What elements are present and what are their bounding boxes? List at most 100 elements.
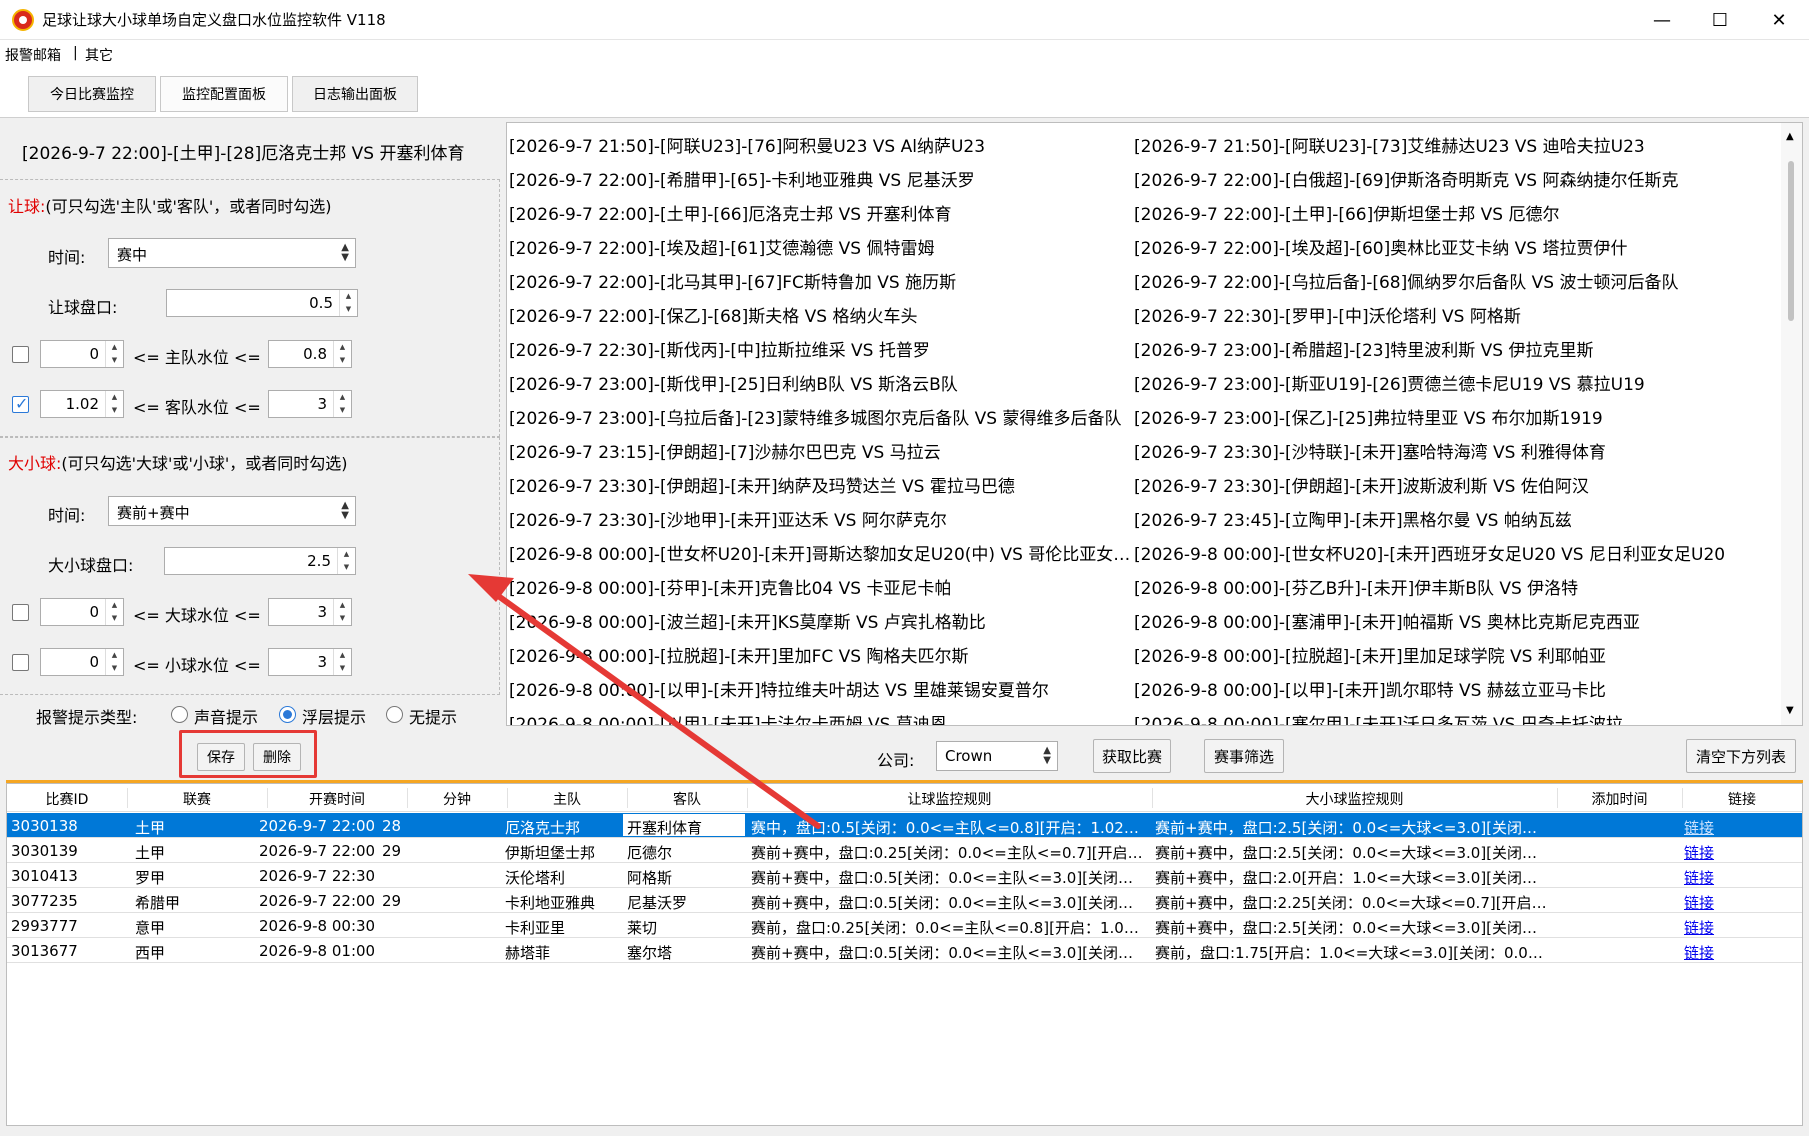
list-item-left[interactable]: [2026-9-8 00:00]-[以甲]-[未开]特拉维夫叶胡达 VS 里雄莱… (509, 676, 1133, 701)
table-row[interactable]: 2993777 意甲 2026-9-8 00:30 卡利亚里 莱切 赛前，盘口:0.25[… (7, 913, 1802, 938)
grid-header-cell[interactable]: 分钟 (407, 789, 507, 809)
list-item-left[interactable]: [2026-9-7 23:30]-[沙地甲]-[未开]亚达禾 VS 阿尔萨克尔 (509, 506, 1133, 531)
alert-none-label[interactable]: 无提示 (409, 704, 457, 728)
table-cell[interactable]: 厄德尔 (627, 842, 742, 863)
home-odds-checkbox[interactable] (12, 346, 29, 363)
fetch-matches-button[interactable]: 获取比赛 (1093, 739, 1171, 773)
filter-matches-button[interactable]: 赛事筛选 (1204, 739, 1284, 773)
table-cell[interactable]: 开塞利体育 (623, 814, 745, 836)
maximize-button[interactable]: ☐ (1691, 0, 1749, 40)
table-cell[interactable]: 塞尔塔 (627, 942, 742, 963)
over-odds-max-stepper[interactable]: 3 ▲ ▼ (268, 598, 352, 626)
row-link[interactable]: 链接 (1684, 892, 1774, 913)
table-cell[interactable]: 赛前+赛中，盘口:2.5[关闭：0.0<=大球<=3.0][关闭：0.0<=小球… (1155, 842, 1550, 863)
table-cell[interactable]: 赛前，盘口:1.75[开启：1.0<=大球<=3.0][关闭：0.0<=小球<=… (1155, 942, 1550, 963)
table-cell[interactable]: 3030139 (11, 842, 111, 860)
table-cell[interactable]: 沃伦塔利 (505, 867, 620, 888)
tab-log-panel[interactable]: 日志输出面板 (292, 76, 418, 112)
stepper-arrows-icon[interactable]: ▲ ▼ (339, 290, 357, 316)
table-cell[interactable]: 厄洛克士邦 (505, 817, 620, 838)
stepper-arrows-icon[interactable]: ▲ ▼ (105, 649, 123, 675)
list-item[interactable]: [2026-9-8 00:00]-[波兰超]-[未开]KS莫摩斯 VS 卢宾扎格… (507, 601, 1782, 635)
list-item-right[interactable]: [2026-9-7 23:00]-[希腊超]-[23]特里波利斯 VS 伊拉克里… (1134, 336, 1774, 361)
totals-time-select[interactable]: 赛前+赛中 ▲ ▼ (108, 496, 356, 526)
delete-button[interactable]: 删除 (253, 743, 301, 771)
grid-header-cell[interactable]: 联赛 (127, 789, 267, 809)
table-cell[interactable]: 赛前+赛中，盘口:2.5[关闭：0.0<=大球<=3.0][关闭：0.0<=小球… (1155, 817, 1550, 838)
list-item-right[interactable]: [2026-9-7 23:45]-[立陶甲]-[未开]黑格尔曼 VS 帕纳瓦兹 (1134, 506, 1774, 531)
table-row[interactable]: 3010413 罗甲 2026-9-7 22:30 沃伦塔利 阿格斯 赛前+赛中，盘口:0… (7, 863, 1802, 888)
list-item[interactable]: [2026-9-7 22:00]-[土甲]-[66]厄洛克士邦 VS 开塞利体育… (507, 193, 1782, 227)
stepper-arrows-icon[interactable]: ▲ ▼ (105, 391, 123, 417)
stepper-arrows-icon[interactable]: ▲ ▼ (105, 341, 123, 367)
table-row[interactable]: 3030139 土甲 2026-9-7 22:00 29 伊斯坦堡士邦 厄德尔 赛前+赛中，… (7, 838, 1802, 863)
menu-other[interactable]: 其它 (85, 45, 113, 65)
row-link[interactable]: 链接 (1684, 842, 1774, 863)
list-item-right[interactable]: [2026-9-7 21:50]-[阿联U23]-[73]艾维赫达U23 VS … (1134, 132, 1774, 157)
table-cell[interactable]: 赛前，盘口:0.25[关闭：0.0<=主队<=0.8][开启：1.0<=客队<=… (751, 917, 1146, 938)
list-item[interactable]: [2026-9-8 00:00]-[世女杯U20]-[未开]哥斯达黎加女足U20… (507, 533, 1782, 567)
handicap-line-stepper[interactable]: 0.5 ▲ ▼ (166, 289, 358, 317)
list-item[interactable]: [2026-9-7 22:00]-[希腊甲]-[65]-卡利地亚雅典 VS 尼基… (507, 159, 1782, 193)
list-item[interactable]: [2026-9-7 22:00]-[埃及超]-[61]艾德瀚德 VS 佩特雷姆[… (507, 227, 1782, 261)
under-odds-max-stepper[interactable]: 3 ▲ ▼ (268, 648, 352, 676)
row-link[interactable]: 链接 (1684, 817, 1774, 838)
table-cell[interactable]: 莱切 (627, 917, 742, 938)
away-odds-checkbox[interactable] (12, 394, 29, 413)
table-cell[interactable]: 罗甲 (135, 867, 245, 888)
list-item[interactable]: [2026-9-7 23:30]-[伊朗超]-[未开]纳萨及玛赞达兰 VS 霍拉… (507, 465, 1782, 499)
list-item-right[interactable]: [2026-9-7 23:00]-[保乙]-[25]弗拉特里亚 VS 布尔加斯1… (1134, 404, 1774, 429)
table-cell[interactable]: 希腊甲 (135, 892, 245, 913)
alert-popup-radio[interactable] (279, 706, 296, 723)
list-item-left[interactable]: [2026-9-7 23:30]-[伊朗超]-[未开]纳萨及玛赞达兰 VS 霍拉… (509, 472, 1133, 497)
table-cell[interactable]: 29 (382, 842, 432, 860)
table-cell[interactable]: 3013677 (11, 942, 111, 960)
company-select[interactable]: Crown ▲ ▼ (936, 741, 1058, 771)
grid-header-cell[interactable]: 客队 (627, 789, 747, 809)
menu-alarm-email[interactable]: 报警邮箱 (5, 45, 61, 65)
table-cell[interactable]: 赛前+赛中，盘口:0.5[关闭：0.0<=主队<=3.0][关闭：0.0<=客队… (751, 892, 1146, 913)
table-cell[interactable]: 尼基沃罗 (627, 892, 742, 913)
scroll-thumb[interactable] (1788, 161, 1794, 321)
list-item-left[interactable]: [2026-9-8 00:00]-[以甲]-[未开]卡法尔卡西姆 VS 莫迪恩 (509, 710, 1133, 725)
list-item-left[interactable]: [2026-9-7 22:30]-[斯伐丙]-[中]拉斯拉维采 VS 托普罗 (509, 336, 1133, 361)
list-item-left[interactable]: [2026-9-8 00:00]-[拉脱超]-[未开]里加FC VS 陶格夫匹尔… (509, 642, 1133, 667)
list-item-right[interactable]: [2026-9-7 23:00]-[斯亚U19]-[26]贾德兰德卡尼U19 V… (1134, 370, 1774, 395)
list-item-left[interactable]: [2026-9-8 00:00]-[波兰超]-[未开]KS莫摩斯 VS 卢宾扎格… (509, 608, 1133, 633)
table-cell[interactable]: 2026-9-7 22:00 (259, 842, 389, 860)
grid-header-cell[interactable]: 主队 (507, 789, 627, 809)
list-item-left[interactable]: [2026-9-7 22:00]-[北马其甲]-[67]FC斯特鲁加 VS 施历… (509, 268, 1133, 293)
list-item-right[interactable]: [2026-9-8 00:00]-[以甲]-[未开]凯尔耶特 VS 赫兹立亚马卡… (1134, 676, 1774, 701)
table-cell[interactable]: 赫塔菲 (505, 942, 620, 963)
table-cell[interactable]: 赛前+赛中，盘口:0.5[关闭：0.0<=主队<=3.0][关闭：0.0<=客队… (751, 942, 1146, 963)
list-item-left[interactable]: [2026-9-7 22:00]-[土甲]-[66]厄洛克士邦 VS 开塞利体育 (509, 200, 1133, 225)
table-cell[interactable]: 赛前+赛中，盘口:2.25[关闭：0.0<=大球<=0.7][开启：1.0<=小… (1155, 892, 1550, 913)
list-item-left[interactable]: [2026-9-7 23:15]-[伊朗超]-[7]沙赫尔巴巴克 VS 马拉云 (509, 438, 1133, 463)
table-row[interactable]: 3077235 希腊甲 2026-9-7 22:00 29 卡利地亚雅典 尼基沃罗 赛前+赛… (7, 888, 1802, 913)
list-item-right[interactable]: [2026-9-7 22:00]-[白俄超]-[69]伊斯洛奇明斯克 VS 阿森… (1134, 166, 1774, 191)
grid-header-cell[interactable]: 链接 (1682, 789, 1802, 809)
table-cell[interactable]: 2026-9-7 22:30 (259, 867, 389, 885)
list-item[interactable]: [2026-9-8 00:00]-[拉脱超]-[未开]里加FC VS 陶格夫匹尔… (507, 635, 1782, 669)
list-item-right[interactable]: [2026-9-7 22:00]-[土甲]-[66]伊斯坦堡士邦 VS 厄德尔 (1134, 200, 1774, 225)
list-scrollbar[interactable]: ▲ ▼ (1781, 123, 1802, 725)
away-odds-min-stepper[interactable]: 1.02 ▲ ▼ (40, 390, 124, 418)
table-cell[interactable]: 3010413 (11, 867, 111, 885)
list-item-left[interactable]: [2026-9-7 22:00]-[保乙]-[68]斯夫格 VS 格纳火车头 (509, 302, 1133, 327)
list-item-left[interactable]: [2026-9-7 21:50]-[阿联U23]-[76]阿积曼U23 VS A… (509, 132, 1133, 157)
grid-header-cell[interactable]: 开赛时间 (267, 789, 407, 809)
list-item-right[interactable]: [2026-9-7 22:00]-[乌拉后备]-[68]佩纳罗尔后备队 VS 波… (1134, 268, 1774, 293)
table-cell[interactable]: 土甲 (135, 817, 245, 838)
list-item[interactable]: [2026-9-7 22:30]-[斯伐丙]-[中]拉斯拉维采 VS 托普罗 [2… (507, 329, 1782, 363)
table-cell[interactable]: 2026-9-7 22:00 (259, 817, 389, 835)
list-item-right[interactable]: [2026-9-8 00:00]-[塞尔甲]-[未开]沃日多瓦茨 VS 巴奇卡托… (1134, 710, 1774, 725)
totals-line-stepper[interactable]: 2.5 ▲ ▼ (164, 547, 356, 575)
stepper-arrows-icon[interactable]: ▲ ▼ (333, 649, 351, 675)
list-item[interactable]: [2026-9-7 23:15]-[伊朗超]-[7]沙赫尔巴巴克 VS 马拉云[… (507, 431, 1782, 465)
scroll-down-icon[interactable]: ▼ (1786, 705, 1794, 716)
over-odds-min-stepper[interactable]: 0 ▲ ▼ (40, 598, 124, 626)
table-cell[interactable]: 3030138 (11, 817, 111, 835)
table-cell[interactable]: 2993777 (11, 917, 111, 935)
table-cell[interactable]: 赛前+赛中，盘口:0.25[关闭：0.0<=主队<=0.7][开启：1.0<=客… (751, 842, 1146, 863)
grid-horizontal-scrollbar[interactable] (6, 1126, 1803, 1134)
